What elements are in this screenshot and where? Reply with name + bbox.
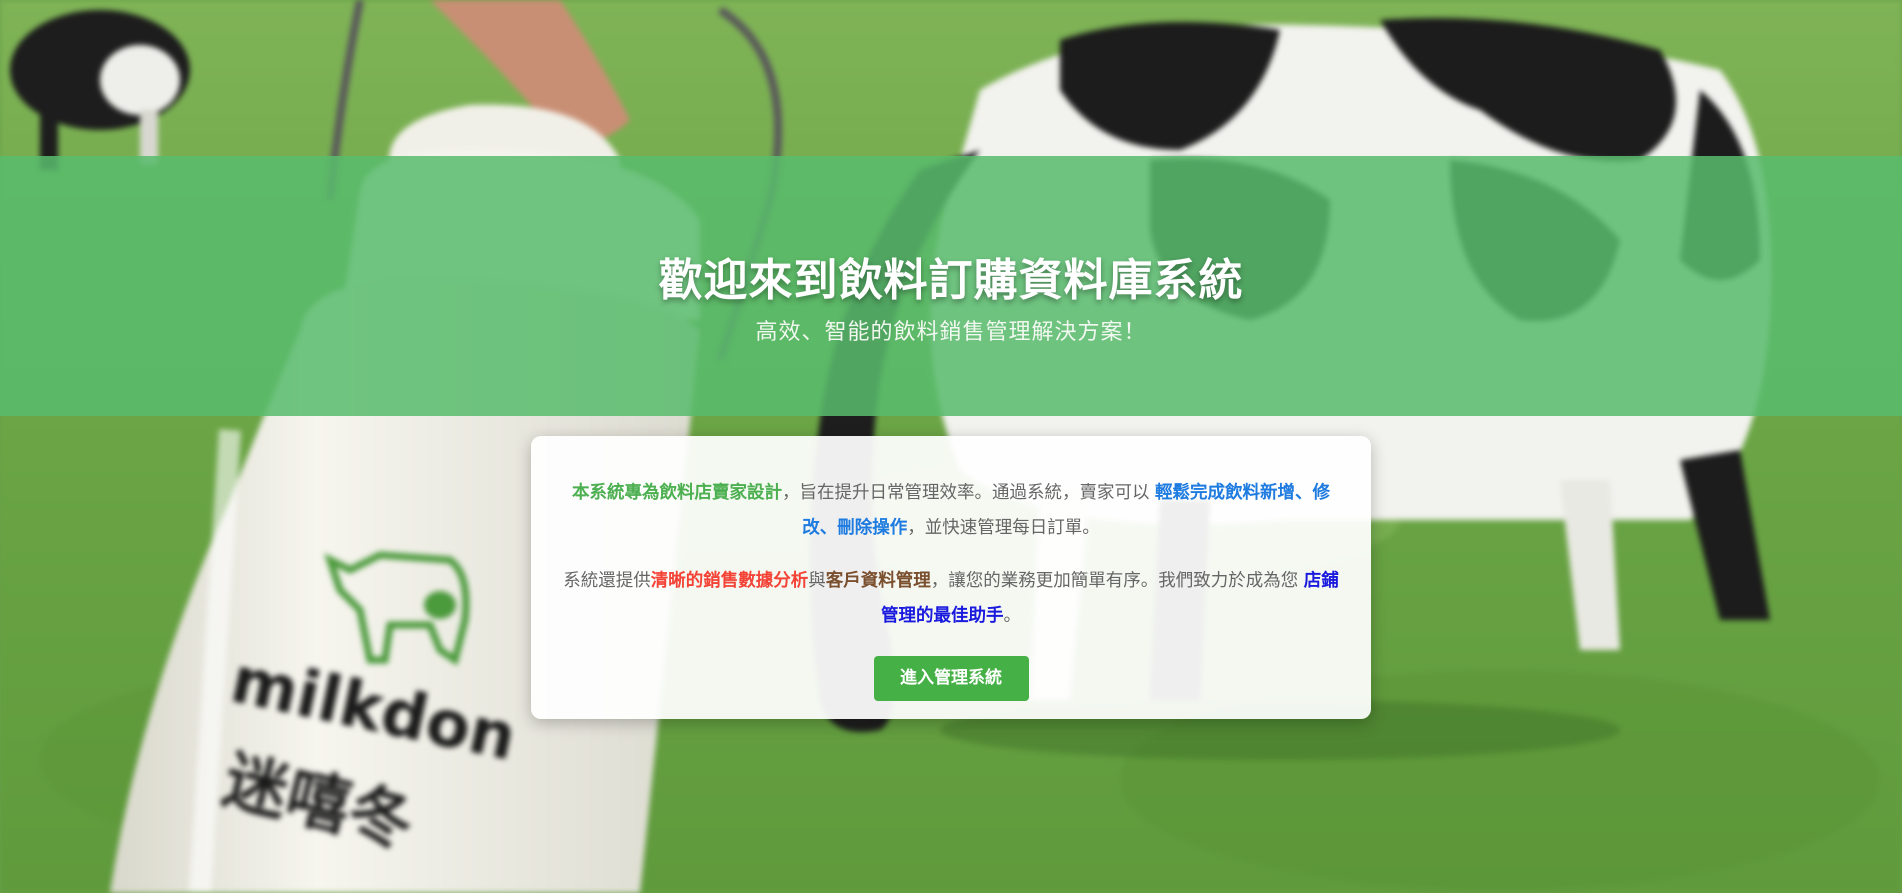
highlight-customer-data: 客戶資料管理 [825,571,931,591]
enter-admin-button[interactable]: 進入管理系統 [873,656,1029,701]
highlight-add-drink: 輕鬆完成飲料新增 [1155,483,1296,503]
page-title: 歡迎來到飲料訂購資料庫系統 [658,255,1244,306]
intro-paragraph-1: 本系統專為飲料店賣家設計，旨在提升日常管理效率。通過系統，賣家可以 輕鬆完成飲料… [555,476,1347,546]
intro-text: ，並快速管理每日訂單。 [907,518,1100,538]
highlight-separator: 、 [1295,483,1313,503]
intro-text: 系統還提供 [563,571,651,591]
intro-text: ，旨在提升日常管理效率。通過系統，賣家可以 [781,483,1156,503]
intro-text: 。 [1003,606,1022,626]
intro-text: ，讓您的業務更加簡單有序。我們致力於成為您 [930,571,1304,591]
intro-paragraph-2: 系統還提供清晰的銷售數據分析與客戶資料管理，讓您的業務更加簡單有序。我們致力於成… [555,564,1347,634]
highlight-separator: 、 [819,518,838,538]
highlight-sales-analysis: 清晰的銷售數據分析 [650,571,809,591]
intro-card: 本系統專為飲料店賣家設計，旨在提升日常管理效率。通過系統，賣家可以 輕鬆完成飲料… [531,436,1371,719]
highlight-delete: 刪除操作 [837,518,908,538]
highlight-seller-design: 本系統專為飲料店賣家設計 [571,483,782,503]
intro-text: 與 [808,571,826,591]
hero-banner: 歡迎來到飲料訂購資料庫系統 高效、智能的飲料銷售管理解決方案！ [0,156,1902,416]
page-subtitle: 高效、智能的飲料銷售管理解決方案！ [755,320,1147,345]
